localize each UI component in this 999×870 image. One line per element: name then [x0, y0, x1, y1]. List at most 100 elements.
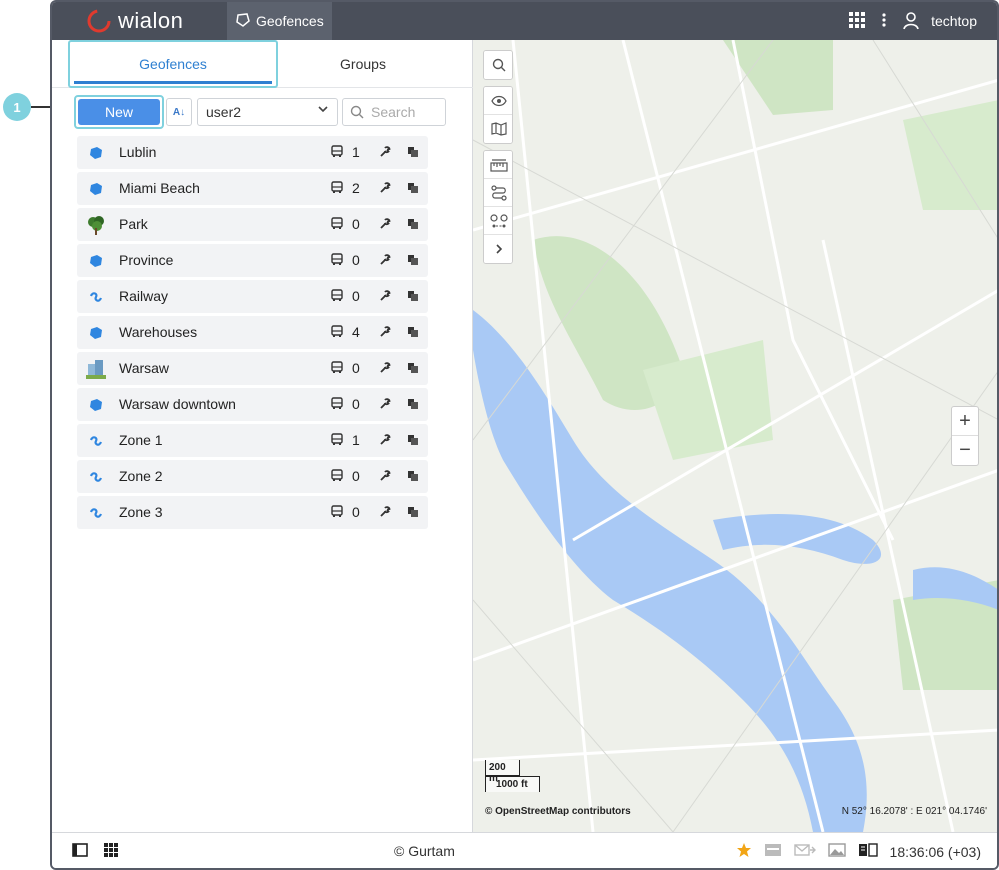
- geofence-row[interactable]: Miami Beach 2: [77, 172, 428, 205]
- bottom-right-controls: 18:36:06 (+03): [736, 842, 981, 861]
- copy-icon[interactable]: [407, 289, 419, 305]
- zoom-control: + −: [951, 406, 979, 466]
- wrench-icon[interactable]: [379, 505, 391, 521]
- line-icon: [85, 466, 107, 488]
- route-button[interactable]: [484, 179, 512, 207]
- book-icon[interactable]: [858, 843, 878, 860]
- panel-tabs: Geofences Groups: [52, 40, 473, 88]
- line-icon: [85, 286, 107, 308]
- copy-icon[interactable]: [407, 361, 419, 377]
- sort-button[interactable]: A↓: [166, 98, 192, 126]
- map-search-button[interactable]: [484, 51, 512, 79]
- unit-count: 0: [352, 468, 360, 484]
- geofence-name: Park: [119, 216, 148, 232]
- zoom-out-button[interactable]: −: [952, 436, 978, 465]
- messages-icon[interactable]: [793, 843, 816, 860]
- panel-toggle-icon[interactable]: [72, 843, 88, 860]
- geofence-row[interactable]: Warehouses 4: [77, 316, 428, 349]
- geofence-row[interactable]: Warsaw 0: [77, 352, 428, 385]
- tab-groups[interactable]: Groups: [278, 40, 448, 88]
- tree-icon: [85, 214, 107, 236]
- wrench-icon[interactable]: [379, 289, 391, 305]
- chevron-down-icon: [317, 103, 329, 118]
- copy-icon[interactable]: [407, 469, 419, 485]
- geofence-name: Warsaw: [119, 360, 170, 376]
- route-icon: [491, 184, 507, 201]
- more-vertical-icon[interactable]: [881, 12, 887, 31]
- search-input[interactable]: Search: [342, 98, 446, 126]
- apps-grid-icon[interactable]: [849, 11, 866, 31]
- expand-tools-button[interactable]: [484, 235, 512, 263]
- top-right-controls: techtop: [849, 2, 977, 40]
- wrench-icon[interactable]: [379, 253, 391, 269]
- image-icon[interactable]: [827, 843, 846, 860]
- polygon-icon: [85, 142, 107, 164]
- active-app-tab[interactable]: Geofences: [227, 2, 332, 40]
- new-button-label: New: [104, 104, 133, 120]
- geofence-row[interactable]: Zone 1 1: [77, 424, 428, 457]
- geofence-row[interactable]: Zone 2 0: [77, 460, 428, 493]
- geofence-name: Warsaw downtown: [119, 396, 236, 412]
- map-toolbar: [483, 50, 513, 270]
- geofence-row[interactable]: Park 0: [77, 208, 428, 241]
- unit-count: 0: [352, 252, 360, 268]
- geofence-row[interactable]: Warsaw downtown 0: [77, 388, 428, 421]
- apps-grid-icon[interactable]: [104, 843, 118, 860]
- active-tab-indicator: [74, 81, 272, 84]
- copy-icon[interactable]: [407, 505, 419, 521]
- bus-icon: [331, 325, 343, 341]
- geofence-name: Railway: [119, 288, 169, 304]
- geofence-name: Warehouses: [119, 324, 198, 340]
- copy-icon[interactable]: [407, 253, 419, 269]
- points-icon: [490, 213, 508, 227]
- account-select-value: user2: [206, 104, 242, 120]
- wrench-icon[interactable]: [379, 325, 391, 341]
- geofence-row[interactable]: Railway 0: [77, 280, 428, 313]
- notifications-icon[interactable]: [764, 843, 782, 860]
- tab-groups-label: Groups: [340, 56, 386, 72]
- new-geofence-button[interactable]: New: [78, 99, 160, 125]
- copy-icon[interactable]: [407, 145, 419, 161]
- map-icon: [491, 122, 507, 136]
- copy-icon[interactable]: [407, 397, 419, 413]
- wrench-icon[interactable]: [379, 433, 391, 449]
- list-toolbar: New A↓ user2 Search: [52, 92, 473, 132]
- copyright: © Gurtam: [394, 843, 455, 859]
- map-attribution[interactable]: © OpenStreetMap contributors: [485, 806, 631, 817]
- geofence-row[interactable]: Lublin 1: [77, 136, 428, 169]
- unit-count: 2: [352, 180, 360, 196]
- copy-icon[interactable]: [407, 433, 419, 449]
- geofence-name: Zone 3: [119, 504, 163, 520]
- zoom-in-button[interactable]: +: [952, 407, 978, 436]
- wrench-icon[interactable]: [379, 145, 391, 161]
- unit-count: 0: [352, 396, 360, 412]
- copy-icon[interactable]: [407, 217, 419, 233]
- wrench-icon[interactable]: [379, 181, 391, 197]
- map-view[interactable]: + − 200 m 1000 ft © OpenStreetMap contri…: [473, 40, 997, 832]
- map-tool-group-layers: [483, 86, 513, 144]
- polygon-icon: [85, 322, 107, 344]
- geofence-row[interactable]: Province 0: [77, 244, 428, 277]
- geofence-row[interactable]: Zone 3 0: [77, 496, 428, 529]
- tab-geofences[interactable]: Geofences: [68, 40, 278, 88]
- user-menu[interactable]: techtop: [903, 12, 977, 30]
- wrench-icon[interactable]: [379, 469, 391, 485]
- map-tool-group-search: [483, 50, 513, 80]
- geofence-name: Miami Beach: [119, 180, 200, 196]
- copy-icon[interactable]: [407, 181, 419, 197]
- eye-icon: [491, 95, 507, 106]
- wrench-icon[interactable]: [379, 397, 391, 413]
- map-visibility-button[interactable]: [484, 87, 512, 115]
- callout-badge: 1: [3, 93, 31, 121]
- wrench-icon[interactable]: [379, 217, 391, 233]
- geofences-panel: Geofences Groups New A↓ user2 Search Lub…: [52, 40, 473, 832]
- account-select[interactable]: user2: [197, 98, 338, 126]
- polygon-icon: [85, 178, 107, 200]
- star-icon[interactable]: [736, 842, 752, 861]
- ruler-button[interactable]: [484, 151, 512, 179]
- wrench-icon[interactable]: [379, 361, 391, 377]
- geofence-list: Lublin 1 Miami Beach 2 Park 0 Province 0 Railway…: [77, 136, 428, 532]
- map-layers-button[interactable]: [484, 115, 512, 143]
- copy-icon[interactable]: [407, 325, 419, 341]
- points-button[interactable]: [484, 207, 512, 235]
